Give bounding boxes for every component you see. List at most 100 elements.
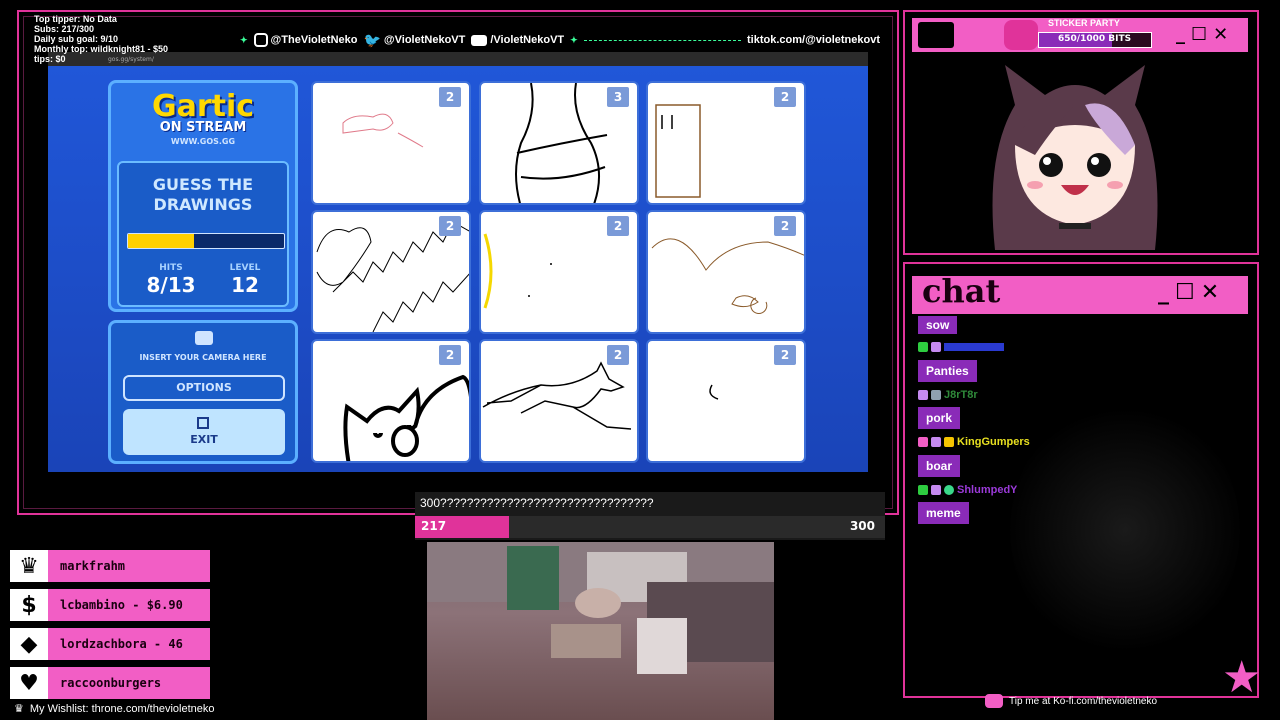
badge-icon xyxy=(918,342,928,352)
room-webcam xyxy=(427,542,774,720)
badge-icon xyxy=(944,437,954,447)
twitter-handle: 🐦 @VioletNekoVT xyxy=(363,31,466,48)
bits-title: STICKER PARTY xyxy=(1048,18,1120,28)
sparkle-icon: ✦ xyxy=(240,34,248,45)
kofi-link[interactable]: Tip me at Ko-fi.com/thevioletneko xyxy=(985,694,1157,708)
stream-stats: Top tipper: No Data Subs: 217/300 Daily … xyxy=(34,14,168,64)
vtuber-avatar xyxy=(975,55,1175,250)
logo-title: Gartic xyxy=(151,89,255,124)
drawing-cell[interactable]: 2 xyxy=(479,339,639,463)
badge-icon xyxy=(918,437,928,447)
window-controls: _☐✕ xyxy=(1176,24,1234,45)
shelf xyxy=(507,546,559,610)
game-info-panel: Gartic ON STREAM WWW.GOS.GG GUESS THE DR… xyxy=(108,80,298,312)
twitter-icon: 🐦 xyxy=(363,31,381,48)
minimize-icon: _ xyxy=(1176,24,1191,45)
username-redacted xyxy=(944,343,1004,351)
chat-window-controls: _☐✕ xyxy=(1158,280,1225,305)
stat-line: Monthly top: wildknight81 - $50 xyxy=(34,44,169,54)
hits-stat: HITS 8/13 xyxy=(141,263,201,297)
tiktok-handle: tiktok.com/@violetnekovt xyxy=(747,34,880,46)
round-badge: 3 xyxy=(607,87,629,107)
badge-icon xyxy=(931,437,941,447)
drawing-cell[interactable]: 2 xyxy=(646,210,806,334)
goal-current: 217 xyxy=(421,519,447,533)
wishlist-link[interactable]: ♛ My Wishlist: throne.com/thevioletneko xyxy=(14,702,215,716)
round-badge: 2 xyxy=(439,345,461,365)
logo-url: WWW.GOS.GG xyxy=(170,137,236,146)
close-icon: ✕ xyxy=(1213,24,1235,45)
recent-event: ♛ markfrahm xyxy=(10,550,210,582)
chat-username: KingGumpers xyxy=(918,436,1030,448)
socials-bar: ✦ @TheVioletNeko 🐦 @VioletNekoVT /Violet… xyxy=(240,30,880,50)
pet-stairs xyxy=(637,618,687,674)
background-splatter xyxy=(1010,400,1240,660)
chat-message: pork xyxy=(918,407,961,429)
maximize-icon: ☐ xyxy=(1191,24,1214,45)
drawing-cell[interactable]: 2 xyxy=(311,81,471,205)
crown-icon: ♛ xyxy=(10,550,48,582)
exit-icon xyxy=(197,417,209,429)
rug xyxy=(551,624,621,658)
youtube-icon xyxy=(471,34,488,46)
progress-fill xyxy=(128,234,194,248)
drawing-cell[interactable]: 3 xyxy=(479,81,639,205)
chat-message: boar xyxy=(918,455,961,477)
drawing-cell[interactable]: 2 xyxy=(646,339,806,463)
round-badge: 2 xyxy=(607,345,629,365)
ambulance-icon xyxy=(918,22,954,48)
dollar-icon: $ xyxy=(10,589,48,621)
recent-event: ◆ lordzachbora - 46 xyxy=(10,628,210,660)
stat-line: Daily sub goal: 9/10 xyxy=(34,34,119,44)
youtube-handle: /VioletNekoVT xyxy=(471,34,564,46)
goal-text: 300???????????????????????????????? xyxy=(420,496,654,510)
heart-icon xyxy=(1004,20,1038,50)
round-badge: 2 xyxy=(774,216,796,236)
hits-label: HITS xyxy=(159,263,183,273)
chat-message: meme xyxy=(918,502,969,524)
round-badge: 2 xyxy=(439,216,461,236)
sparkle-icon: ✦ xyxy=(570,34,578,45)
round-badge: 2 xyxy=(774,345,796,365)
goal-progress: 217 300 xyxy=(415,516,885,538)
round-badge: 2 xyxy=(439,87,461,107)
goal-max: 300 xyxy=(849,519,875,533)
stat-line: Top tipper: No Data xyxy=(34,14,117,24)
exit-button[interactable]: EXIT xyxy=(123,409,285,455)
minimize-icon: _ xyxy=(1158,280,1175,305)
pet-bed xyxy=(575,588,621,618)
recent-event: ♥ raccoonburgers xyxy=(10,667,210,699)
drawing-cell[interactable]: 2 xyxy=(479,210,639,334)
badge-icon xyxy=(918,390,928,400)
browser-address-bar[interactable]: gos.gg/system/ xyxy=(48,52,868,66)
camera-panel: INSERT YOUR CAMERA HERE OPTIONS EXIT xyxy=(108,320,298,464)
mode-title: GUESS THE DRAWINGS xyxy=(152,175,254,214)
drawing-cell[interactable]: 2 xyxy=(311,339,471,463)
chat-username: J8rT8r xyxy=(918,389,978,401)
chat-username xyxy=(918,342,1004,352)
close-icon: ✕ xyxy=(1200,280,1226,305)
instagram-handle: @TheVioletNeko xyxy=(253,33,357,47)
recent-event: $ lcbambino - $6.90 xyxy=(10,589,210,621)
level-stat: LEVEL 12 xyxy=(215,263,275,297)
dashed-divider xyxy=(583,39,742,41)
level-label: LEVEL xyxy=(229,263,261,273)
camera-label: INSERT YOUR CAMERA HERE xyxy=(139,353,267,362)
chat-message: Panties xyxy=(918,360,977,382)
drawing-cell[interactable]: 2 xyxy=(311,210,471,334)
hits-value: 8/13 xyxy=(146,273,196,297)
mode-box: GUESS THE DRAWINGS HITS 8/13 LEVEL 12 xyxy=(117,161,289,307)
round-badge: 2 xyxy=(607,216,629,236)
maximize-icon: ☐ xyxy=(1175,280,1201,305)
exit-label: EXIT xyxy=(190,433,218,446)
logo-subtitle: ON STREAM xyxy=(159,120,247,135)
instagram-icon xyxy=(253,33,268,47)
camera-icon xyxy=(195,331,213,345)
options-button[interactable]: OPTIONS xyxy=(123,375,285,401)
badge-icon xyxy=(931,342,941,352)
bits-value: 650/1000 BITS xyxy=(1058,34,1132,44)
level-value: 12 xyxy=(231,273,259,297)
drawing-cell[interactable]: 2 xyxy=(646,81,806,205)
chat-title: chat xyxy=(922,272,1001,310)
diamond-icon: ◆ xyxy=(10,628,48,660)
